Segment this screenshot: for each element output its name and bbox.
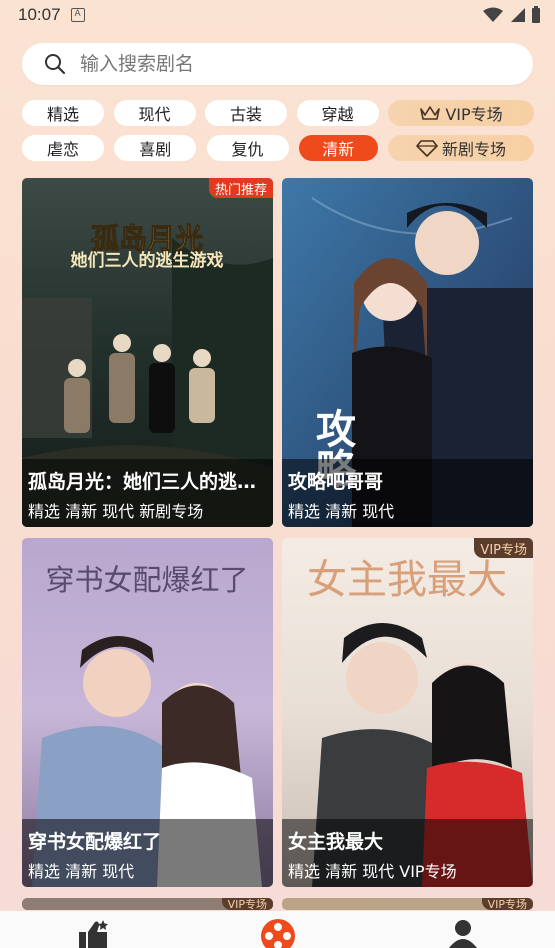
poster-subtitle-text: 她们三人的逃生游戏 xyxy=(71,250,224,271)
poster-title-text: 女主我最大 xyxy=(307,557,507,603)
drama-card-partial[interactable]: VIP专场 xyxy=(282,898,533,910)
chip-vip-zone[interactable]: VIP专场 xyxy=(388,100,534,126)
status-bar: 10:07 A xyxy=(0,0,555,30)
search-bar[interactable] xyxy=(22,43,533,85)
hot-badge: 热门推荐 xyxy=(208,178,273,198)
chip-xiju[interactable]: 喜剧 xyxy=(114,135,197,161)
chip-fuchou[interactable]: 复仇 xyxy=(206,135,289,161)
wifi-icon xyxy=(483,7,503,22)
card-title: 攻略吧哥哥 xyxy=(288,471,384,493)
card-info: 女主我最大 精选 清新 现代 VIP专场 xyxy=(282,819,533,887)
signal-icon xyxy=(511,8,525,22)
chip-new-drama-label: 新剧专场 xyxy=(441,140,506,159)
chip-xiandai[interactable]: 现代 xyxy=(113,100,196,126)
status-icons xyxy=(483,6,541,24)
chip-nuelian[interactable]: 虐恋 xyxy=(22,135,104,161)
thumb-up-icon xyxy=(78,920,108,948)
battery-icon xyxy=(532,6,540,23)
user-icon xyxy=(448,920,477,948)
diamond-icon xyxy=(416,140,438,157)
category-chips: 精选 现代 古装 穿越 VIP专场 虐恋 喜剧 复仇 清新 新剧专场 xyxy=(22,100,534,170)
card-title: 穿书女配爆红了 xyxy=(28,831,162,853)
card-info: 穿书女配爆红了 精选 清新 现代 xyxy=(22,819,273,887)
notification-icon: A xyxy=(70,8,85,22)
chip-jingxuan[interactable]: 精选 xyxy=(22,100,104,126)
chip-chuanyue[interactable]: 穿越 xyxy=(296,100,379,126)
card-tags: 精选 清新 现代 xyxy=(288,502,395,521)
chip-guzhuang[interactable]: 古装 xyxy=(205,100,287,126)
poster-title-text: 穿书女配爆红了 xyxy=(45,563,248,597)
chip-new-drama-zone[interactable]: 新剧专场 xyxy=(388,135,534,161)
card-title: 女主我最大 xyxy=(288,831,384,853)
card-info: 孤岛月光：她们三人的逃生游戏 精选 清新 现代 新剧专场 xyxy=(22,459,273,527)
card-info: 攻略吧哥哥 精选 清新 现代 xyxy=(282,459,533,527)
nav-recommend[interactable] xyxy=(63,911,123,948)
bottom-nav xyxy=(0,911,555,948)
vip-badge: VIP专场 xyxy=(474,538,533,558)
vip-badge: VIP专场 xyxy=(221,898,273,910)
card-title: 孤岛月光：她们三人的逃生游戏 xyxy=(28,471,267,493)
film-reel-icon xyxy=(260,919,295,948)
card-tags: 精选 清新 现代 VIP专场 xyxy=(288,862,457,881)
drama-card[interactable]: 穿书女配爆红了 穿书女配爆红了 精选 清新 现代 xyxy=(22,538,273,887)
card-tags: 精选 清新 现代 新剧专场 xyxy=(28,502,204,521)
drama-card-partial[interactable]: VIP专场 xyxy=(22,898,273,910)
drama-card[interactable]: 孤岛月光 她们三人的逃生游戏 热门推荐 孤岛月光：她们三人的逃生游戏 精选 清新… xyxy=(22,178,273,527)
crown-icon xyxy=(420,106,441,120)
vip-badge: VIP专场 xyxy=(481,898,533,910)
status-time: 10:07 xyxy=(18,5,61,24)
chip-vip-label: VIP专场 xyxy=(445,105,503,124)
drama-card[interactable]: 女主我最大 VIP专场 女主我最大 精选 清新 现代 VIP专场 xyxy=(282,538,533,887)
chip-qingxin[interactable]: 清新 xyxy=(298,135,378,161)
nav-theater[interactable] xyxy=(248,911,308,948)
drama-card[interactable]: 攻略 攻略吧哥哥 精选 清新 现代 xyxy=(282,178,533,527)
search-input[interactable] xyxy=(80,53,480,75)
nav-profile[interactable] xyxy=(433,911,493,948)
search-icon xyxy=(45,54,66,75)
card-tags: 精选 清新 现代 xyxy=(28,862,135,881)
